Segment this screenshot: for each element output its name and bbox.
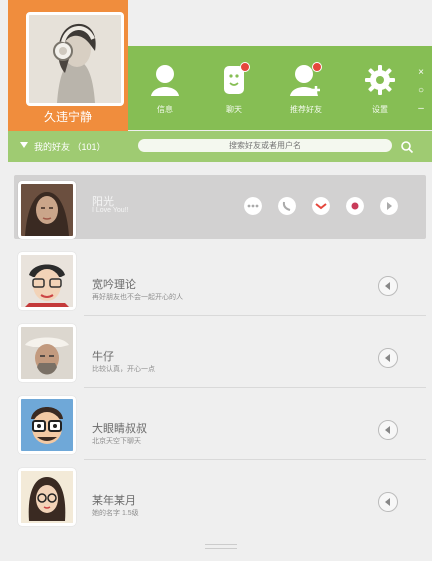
notification-dot	[240, 62, 250, 72]
contact-name: 宽吟理论	[92, 279, 136, 291]
contact-name: 大眼睛叔叔	[92, 423, 147, 435]
contact-avatar[interactable]	[18, 252, 76, 310]
row-divider	[84, 459, 426, 460]
nav-settings-label: 设置	[372, 105, 388, 114]
contact-status: 北京天空下聊天	[92, 438, 141, 445]
contact-row[interactable]: 宽吟理论 再好朋友也不会一起开心的人	[14, 246, 426, 316]
nav-info[interactable]: 信息	[140, 62, 190, 115]
gear-icon	[362, 62, 398, 98]
close-button[interactable]: ×	[416, 68, 426, 78]
contact-name: 某年某月	[92, 495, 136, 507]
play-back-icon[interactable]	[378, 276, 398, 296]
profile-panel: 久违宁静	[8, 0, 128, 131]
person-icon	[147, 62, 183, 98]
play-icon[interactable]	[380, 197, 398, 215]
row-divider	[84, 387, 426, 388]
nav-recommend-label: 推荐好友	[290, 105, 322, 114]
contact-avatar[interactable]	[18, 396, 76, 454]
nav-recommend[interactable]: 推荐好友	[281, 62, 331, 115]
profile-name: 久违宁静	[43, 110, 92, 124]
nav-chat[interactable]: 聊天	[209, 62, 259, 115]
contact-status: 再好朋友也不会一起开心的人	[92, 294, 183, 301]
settings-dot-button[interactable]: ○	[416, 86, 426, 96]
contact-avatar[interactable]	[18, 324, 76, 382]
contact-avatar[interactable]	[18, 181, 76, 239]
nav-info-label: 信息	[157, 105, 173, 114]
search-icon[interactable]	[400, 140, 414, 154]
add-user-icon	[288, 62, 324, 98]
contact-row[interactable]: 大眼睛叔叔 北京天空下聊天	[14, 390, 426, 460]
friend-group-label[interactable]: 我的好友 （101）	[34, 140, 106, 153]
user-avatar[interactable]	[26, 12, 124, 106]
collapse-triangle-icon[interactable]	[20, 142, 28, 148]
play-back-icon[interactable]	[378, 348, 398, 368]
contact-row[interactable]: 某年某月 她的名字 1.5级	[14, 462, 426, 532]
contact-status: 比较认真，开心一点	[92, 366, 155, 373]
search-input[interactable]	[138, 139, 392, 152]
nav-chat-label: 聊天	[226, 105, 242, 114]
row-divider	[84, 315, 426, 316]
contact-row[interactable]: 牛仔 比较认真，开心一点	[14, 318, 426, 388]
minimize-button[interactable]: –	[416, 104, 426, 114]
contact-avatar[interactable]	[18, 468, 76, 526]
contact-status: 她的名字 1.5级	[92, 510, 139, 517]
search-bar: 我的好友 （101）	[8, 131, 432, 162]
mail-icon[interactable]	[312, 197, 330, 215]
play-back-icon[interactable]	[378, 420, 398, 440]
notification-dot	[312, 62, 322, 72]
record-icon[interactable]	[346, 197, 364, 215]
nav-settings[interactable]: 设置	[355, 62, 405, 115]
contact-name: 牛仔	[92, 351, 114, 363]
message-icon[interactable]	[244, 197, 262, 215]
chat-icon	[216, 62, 252, 98]
contact-status: I Love You!!	[92, 207, 129, 214]
app-window: 久违宁静 信息 聊天 推荐好友 设置 × ○ – 我的好友 （101） 搜索好友…	[0, 0, 432, 561]
phone-icon[interactable]	[278, 197, 296, 215]
play-back-icon[interactable]	[378, 492, 398, 512]
contact-row-selected[interactable]: 阳光 I Love You!!	[14, 175, 426, 239]
resize-handle[interactable]	[205, 544, 237, 549]
